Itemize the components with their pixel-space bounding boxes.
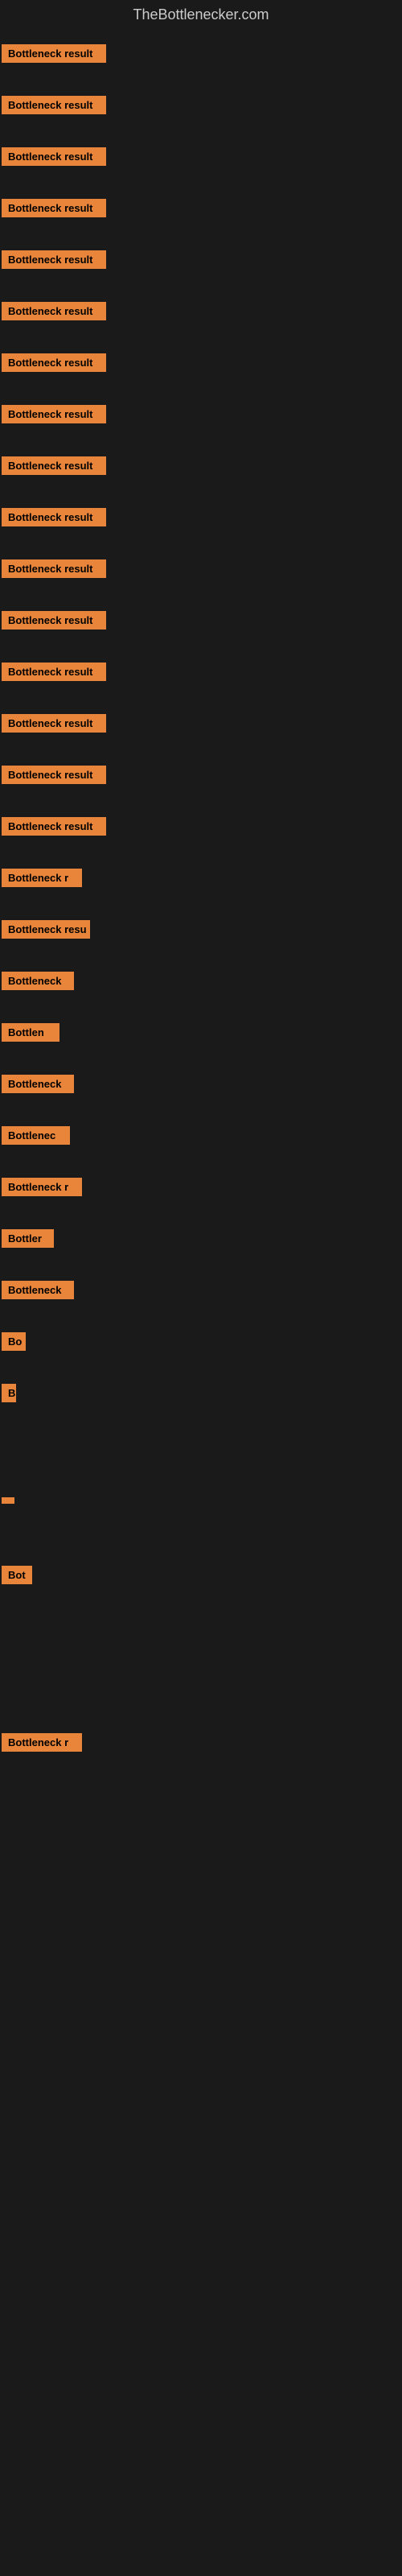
list-item [0,1690,402,1719]
list-item: Bottlen [0,1009,402,1060]
bottleneck-badge[interactable]: Bottleneck result [2,96,106,114]
list-item: Bottleneck result [0,442,402,493]
bottleneck-badge[interactable] [2,1497,14,1504]
bottleneck-badge[interactable]: Bottleneck result [2,250,106,269]
list-item [0,1522,402,1551]
bottleneck-badge[interactable]: Bottleneck result [2,302,106,320]
list-item: Bottleneck result [0,81,402,133]
list-item: Bottler [0,1215,402,1266]
list-item [0,1828,402,1857]
list-item: Bottleneck r [0,1163,402,1215]
list-item: Bottleneck result [0,648,402,700]
list-item [0,1450,402,1479]
list-item: Bottleneck result [0,390,402,442]
bottleneck-badge[interactable]: Bottleneck result [2,766,106,784]
list-item: Bottleneck result [0,803,402,854]
list-item: Bottleneck [0,1060,402,1112]
list-item: Bo [0,1318,402,1369]
list-item: Bottleneck result [0,700,402,751]
bottleneck-badge[interactable]: Bottleneck [2,1075,74,1093]
list-item: Bottleneck r [0,854,402,906]
bottleneck-badge[interactable]: Bottlenec [2,1126,70,1145]
list-item [0,1479,402,1522]
bottleneck-badge[interactable]: Bot [2,1566,32,1584]
list-item: Bottleneck result [0,30,402,81]
bottleneck-badge[interactable]: Bottleneck result [2,199,106,217]
bottleneck-badge[interactable]: Bottleneck result [2,405,106,423]
bottleneck-badge[interactable]: Bottleneck result [2,663,106,681]
list-item: Bottleneck result [0,133,402,184]
list-item [0,1603,402,1632]
list-item: Bottleneck resu [0,906,402,957]
list-item [0,1661,402,1690]
list-item [0,1770,402,1799]
bottleneck-badge[interactable]: Bottlen [2,1023,59,1042]
list-item: Bottleneck result [0,287,402,339]
list-item: Bottleneck result [0,236,402,287]
list-item: Bottlenec [0,1112,402,1163]
list-item [0,1421,402,1450]
list-item: Bottleneck [0,1266,402,1318]
bottleneck-badge[interactable]: Bottleneck result [2,508,106,526]
list-item: Bottleneck result [0,339,402,390]
list-item: Bottleneck [0,957,402,1009]
list-item: Bottleneck result [0,545,402,597]
bottleneck-badge[interactable]: Bottleneck result [2,714,106,733]
bottleneck-badge[interactable]: Bottleneck result [2,353,106,372]
site-title: TheBottlenecker.com [0,0,402,30]
bottleneck-badge[interactable]: Bottleneck r [2,869,82,887]
bottleneck-badge[interactable]: Bottleneck result [2,817,106,836]
list-item [0,1799,402,1828]
bottleneck-badge[interactable]: Bottleneck result [2,611,106,630]
list-item: Bot [0,1551,402,1603]
bottleneck-badge[interactable]: Bottleneck r [2,1733,82,1752]
list-item: B [0,1369,402,1421]
bottleneck-badge[interactable]: Bottleneck r [2,1178,82,1196]
bottleneck-badge[interactable]: Bottleneck [2,1281,74,1299]
list-item: Bottleneck r [0,1719,402,1770]
list-item [0,1632,402,1661]
bottleneck-badge[interactable]: Bottleneck result [2,44,106,63]
list-item: Bottleneck result [0,751,402,803]
bottleneck-badge[interactable]: Bottleneck result [2,147,106,166]
bottleneck-badge[interactable]: Bottleneck result [2,559,106,578]
list-item: Bottleneck result [0,597,402,648]
bottleneck-badge[interactable]: Bottler [2,1229,54,1248]
bottleneck-badge[interactable]: Bo [2,1332,26,1351]
bottleneck-badge[interactable]: Bottleneck resu [2,920,90,939]
bottleneck-badge[interactable]: Bottleneck [2,972,74,990]
list-item: Bottleneck result [0,493,402,545]
bottleneck-badge[interactable]: Bottleneck result [2,456,106,475]
bottleneck-badge[interactable]: B [2,1384,16,1402]
list-item: Bottleneck result [0,184,402,236]
